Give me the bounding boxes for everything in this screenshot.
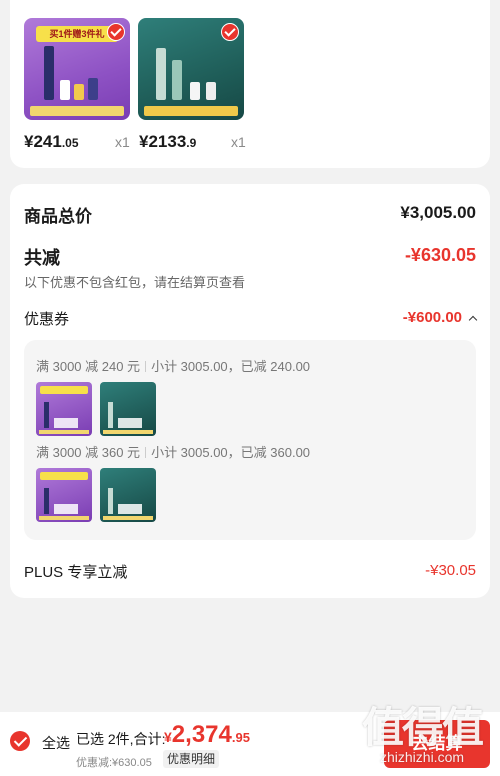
coupon-label: 优惠券 (24, 311, 70, 328)
coupon-toggle[interactable]: -¥600.00 (402, 309, 478, 326)
price-summary-card: 商品总价 ¥3,005.00 共减 -¥630.05 以下优惠不包含红包，请在结… (10, 184, 490, 598)
divider (145, 361, 147, 372)
product-price: ¥2133.9 (139, 132, 196, 152)
grand-total-decimal: .95 (231, 730, 250, 745)
discount-label: 共减 (24, 248, 60, 268)
currency-symbol: ¥ (164, 729, 172, 745)
discount-note: 以下优惠不包含红包，请在结算页查看 (24, 275, 246, 290)
product-sample-image (74, 84, 84, 100)
price-decimal: .9 (186, 136, 197, 150)
plus-discount-value: -¥30.05 (425, 562, 476, 579)
total-price-label: 商品总价 (24, 207, 92, 226)
product-footer-strip (144, 106, 238, 116)
total-price-value: ¥3,005.00 (400, 203, 476, 222)
coupon-product-thumbnail (100, 382, 156, 436)
product-thumbnail[interactable]: 买1件赠3件礼 (24, 18, 130, 120)
price-main: ¥241 (24, 132, 62, 151)
coupon-product-thumbnail (36, 468, 92, 522)
divider (145, 447, 147, 458)
checkout-bar: 全选 已选 2件,合计: ¥2,374.95 优惠减:¥630.05 优惠明细 … (0, 712, 500, 776)
product-selected-check-icon[interactable] (221, 23, 239, 41)
coupon-condition: 满 3000 减 360 元 (36, 445, 141, 460)
product-sample-image (60, 80, 70, 100)
product-quantity: x1 (115, 134, 130, 150)
product-promo-banner: 买1件赠3件礼 (36, 26, 118, 42)
coupon-product-thumbnail (36, 382, 92, 436)
product-bottle-image (44, 46, 54, 100)
coupon-details-panel: 满 3000 减 240 元小计 3005.00，已减 240.00 满 300… (24, 340, 476, 540)
select-all-check-icon[interactable] (10, 731, 30, 751)
select-all-label[interactable]: 全选 (42, 733, 70, 753)
chevron-up-icon (468, 315, 478, 325)
price-decimal: .05 (61, 136, 79, 150)
product-selected-check-icon[interactable] (107, 23, 125, 41)
saved-amount-text: 优惠减:¥630.05 (76, 757, 152, 769)
price-main: ¥2133 (139, 132, 187, 151)
coupon-value: -¥600.00 (402, 309, 462, 326)
coupon-rule: 满 3000 减 240 元小计 3005.00，已减 240.00 (36, 356, 310, 375)
coupon-condition: 满 3000 减 240 元 (36, 359, 141, 374)
cart-products-card: 买1件赠3件礼 ¥241.05 x1 ¥2133.9 x1 (10, 0, 490, 168)
coupon-detail: 小计 3005.00，已减 240.00 (151, 359, 311, 374)
product-sample-image (206, 82, 216, 100)
plus-discount-label: PLUS 专享立减 (24, 564, 128, 581)
coupon-product-thumbnail (100, 468, 156, 522)
selected-count-text: 已选 2件,合计: (76, 731, 166, 747)
coupon-rule: 满 3000 减 360 元小计 3005.00，已减 360.00 (36, 442, 310, 461)
product-price: ¥241.05 (24, 132, 79, 152)
product-bottle-image (172, 60, 182, 100)
product-quantity: x1 (231, 134, 246, 150)
coupon-detail: 小计 3005.00，已减 360.00 (151, 445, 311, 460)
product-bottle-image (156, 48, 166, 100)
grand-total-main: 2,374 (171, 721, 232, 748)
product-sample-image (88, 78, 98, 100)
product-sample-image (190, 82, 200, 100)
product-thumbnail[interactable] (138, 18, 244, 120)
product-footer-strip (30, 106, 124, 116)
checkout-button[interactable]: 去结算 (384, 720, 490, 768)
grand-total: ¥2,374.95 (164, 721, 250, 749)
discount-value: -¥630.05 (404, 245, 476, 265)
discount-detail-button[interactable]: 优惠明细 (163, 750, 219, 768)
